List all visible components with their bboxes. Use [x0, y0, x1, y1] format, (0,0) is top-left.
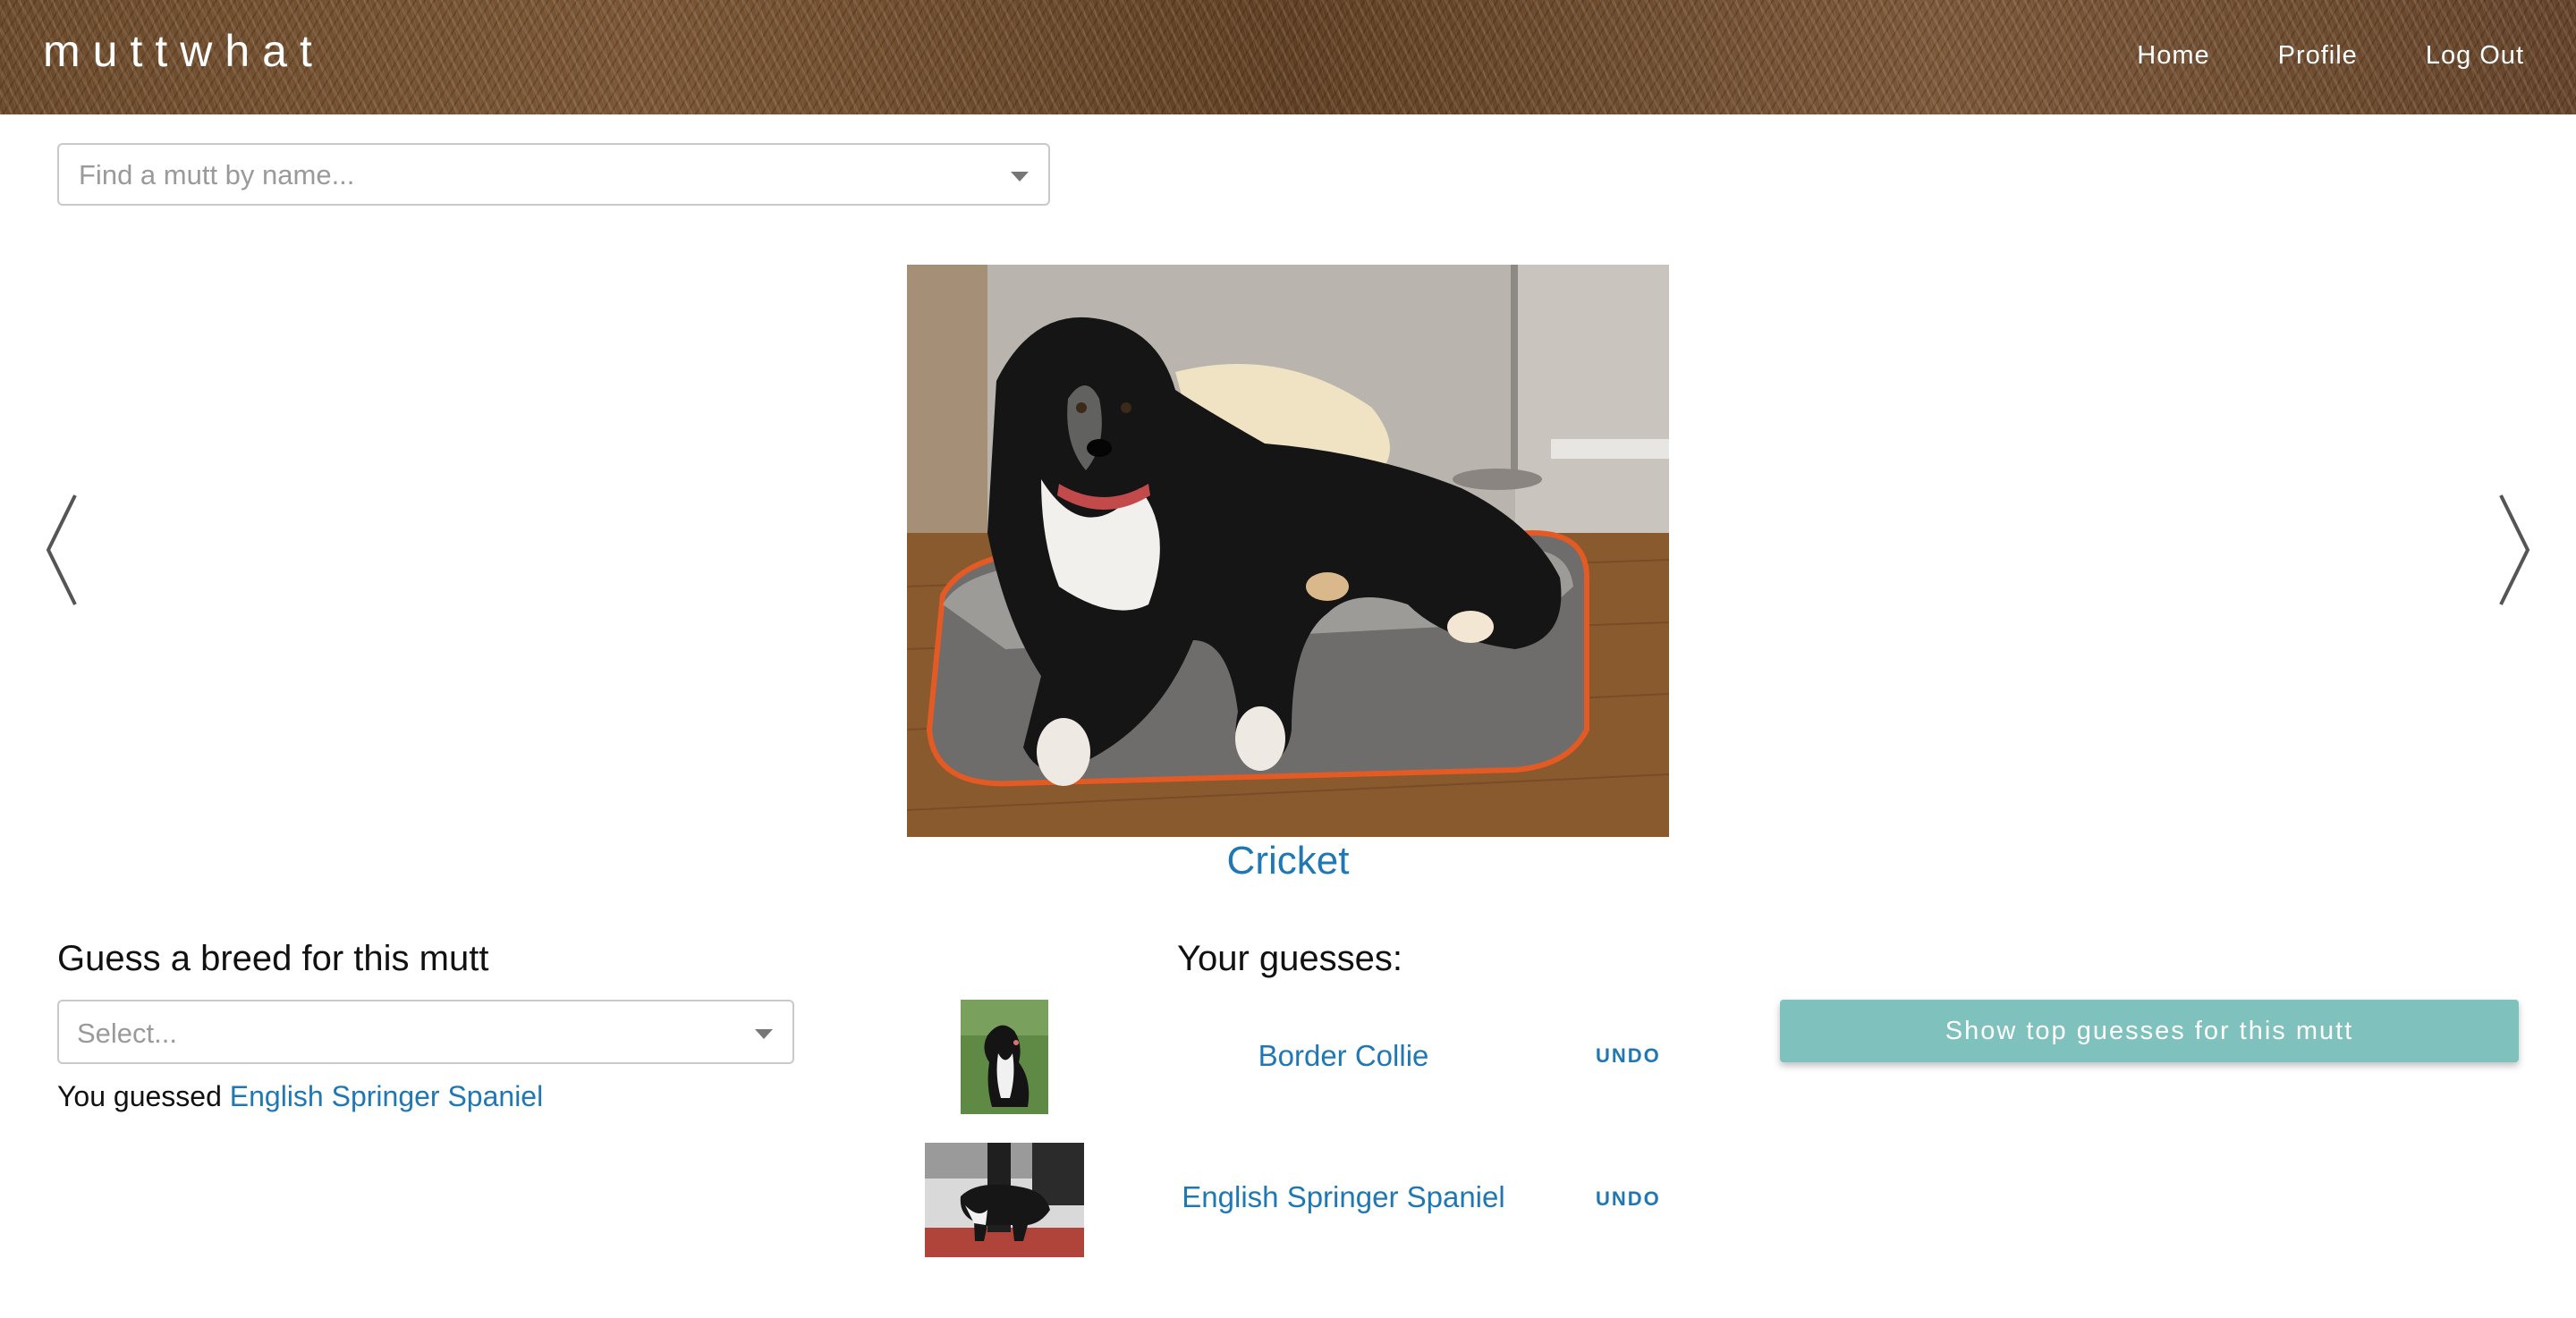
mutt-photo	[907, 265, 1669, 837]
breed-select[interactable]: Select...	[57, 1000, 794, 1064]
english-springer-spaniel-photo	[925, 1143, 1084, 1257]
undo-guess-button[interactable]: UNDO	[1596, 1044, 1661, 1068]
previous-mutt-button[interactable]	[45, 492, 80, 608]
chevron-down-icon[interactable]	[755, 1029, 773, 1039]
breed-thumbnail	[961, 1000, 1048, 1114]
guess-breed-link[interactable]: English Springer Spaniel	[1156, 1180, 1531, 1214]
breed-thumbnail	[925, 1143, 1084, 1257]
mutt-search-input[interactable]	[77, 145, 975, 206]
nav-logout-link[interactable]: Log Out	[2426, 41, 2524, 71]
breed-select-placeholder: Select...	[77, 1018, 177, 1049]
undo-guess-button[interactable]: UNDO	[1596, 1187, 1661, 1211]
nav-profile-link[interactable]: Profile	[2278, 41, 2358, 71]
your-guesses-heading: Your guesses:	[1177, 939, 1403, 978]
border-collie-photo	[961, 1000, 1048, 1114]
guess-breed-link[interactable]: Border Collie	[1156, 1039, 1531, 1073]
you-guessed-text: You guessed English Springer Spaniel	[57, 1080, 543, 1113]
next-mutt-button[interactable]	[2496, 492, 2531, 608]
dog-photo-illustration	[907, 265, 1669, 837]
mutt-search-select[interactable]	[57, 143, 1050, 206]
mutt-name-link[interactable]: Cricket	[907, 839, 1669, 883]
site-header: muttwhat Home Profile Log Out	[0, 0, 2576, 114]
show-top-guesses-button[interactable]: Show top guesses for this mutt	[1780, 1000, 2519, 1062]
you-guessed-prefix: You guessed	[57, 1080, 222, 1112]
guess-breed-heading: Guess a breed for this mutt	[57, 939, 489, 978]
nav-home-link[interactable]: Home	[2137, 41, 2209, 71]
you-guessed-breed-link[interactable]: English Springer Spaniel	[230, 1080, 543, 1112]
chevron-down-icon[interactable]	[1011, 172, 1029, 182]
site-logo[interactable]: muttwhat	[43, 25, 325, 77]
chevron-right-icon	[2499, 494, 2530, 605]
main-nav: Home Profile Log Out	[2137, 41, 2524, 71]
chevron-left-icon	[46, 494, 77, 605]
